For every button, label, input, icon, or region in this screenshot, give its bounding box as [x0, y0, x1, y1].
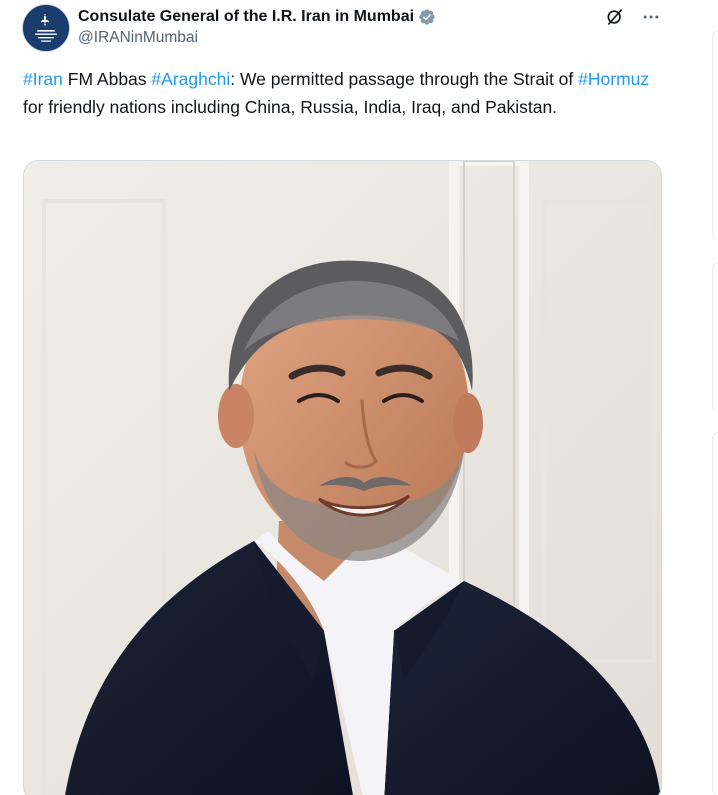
author-handle[interactable]: @IRANinMumbai [78, 29, 658, 47]
consulate-emblem-logo [23, 5, 69, 51]
tweet-photo[interactable] [23, 160, 662, 795]
verified-badge-icon[interactable] [418, 8, 436, 26]
author-name-row: Consulate General of the I.R. Iran in Mu… [78, 6, 658, 28]
tweet-header: Consulate General of the I.R. Iran in Mu… [78, 6, 658, 47]
tweet-text-segment: : We permitted passage through the Strai… [230, 69, 579, 89]
tweet-card[interactable]: Consulate General of the I.R. Iran in Mu… [0, 0, 718, 795]
adjacent-panel-edge [712, 262, 718, 413]
hashtag-link[interactable]: #Hormuz [578, 69, 649, 89]
tweet-text: #Iran FM Abbas #Araghchi: We permitted p… [23, 66, 663, 121]
avatar[interactable] [22, 4, 70, 52]
grok-icon[interactable] [604, 6, 626, 28]
more-options-icon[interactable] [640, 6, 662, 28]
hashtag-link[interactable]: #Iran [23, 69, 63, 89]
tweet-text-segment: FM Abbas [62, 69, 152, 89]
tweet-actions-top [604, 6, 662, 28]
author-display-name[interactable]: Consulate General of the I.R. Iran in Mu… [78, 8, 414, 26]
hashtag-link[interactable]: #Araghchi [151, 69, 230, 89]
adjacent-panel-edge [712, 30, 718, 241]
tweet-text-segment: for friendly nations including China, Ru… [23, 96, 558, 117]
adjacent-panel-edge [712, 432, 718, 795]
portrait-image [24, 161, 661, 795]
